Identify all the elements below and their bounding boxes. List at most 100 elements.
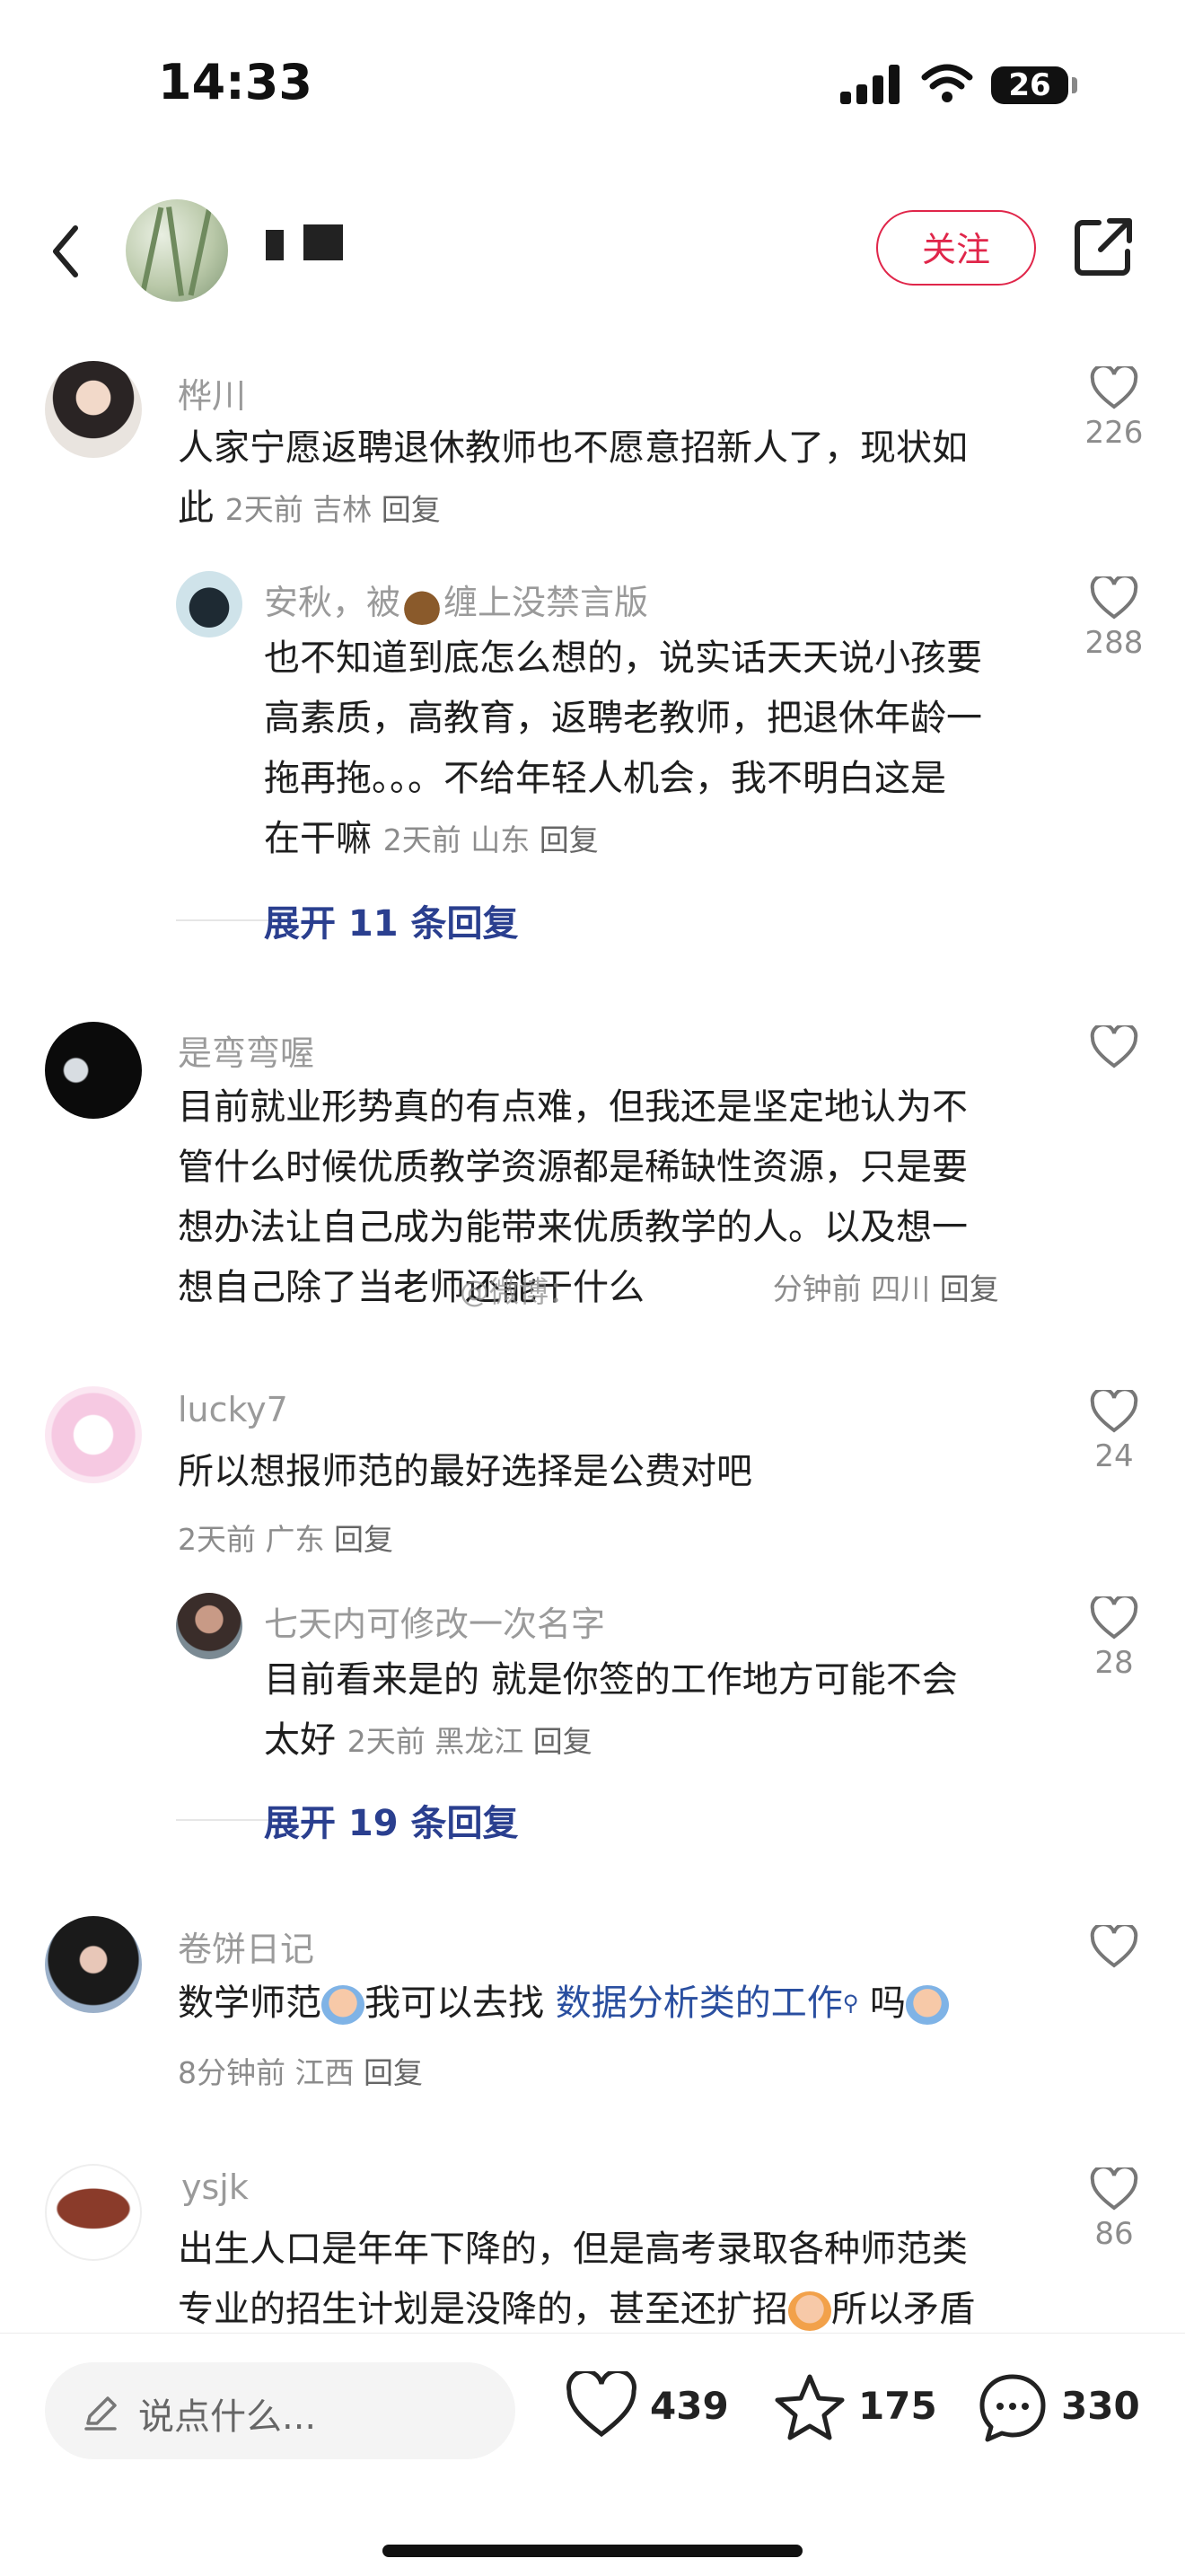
comment-placeholder: 说点什么... [138,2396,317,2438]
crying-emoji-icon [906,1985,950,2025]
comment-text-prefix: 数学师范 [178,1983,321,2024]
follow-button[interactable]: 关注 [876,210,1036,286]
comment-meta: 2天前 广东 回复 [178,1516,393,1559]
comment-time: 分钟前 [772,1271,862,1306]
avatar[interactable] [45,361,142,458]
username[interactable]: 是弯弯喔 [178,1025,314,1075]
avatar[interactable] [45,1386,142,1483]
comment-line-last: 此 2天前 吉林 回复 [178,479,1040,540]
comment-line-last: 专业的招生计划是没降的，甚至还扩招 所以矛盾 [178,2280,1075,2340]
comment-text-suffix: 吗 [870,1983,907,2024]
comment-line: 在干嘛 [264,818,372,859]
comment-time: 2天前 [347,1724,426,1759]
comment-time: 8分钟前 [178,2055,285,2090]
star-total: 175 [858,2384,937,2428]
comment-line: 专业的招生计划是没降的，甚至还扩招 [178,2289,788,2330]
like-count: 24 [1094,1438,1134,1474]
bottom-bar: 说点什么... 439 175 330 [0,2333,1185,2576]
comment-meta: 2天前 吉林 回复 [225,492,441,527]
share-icon[interactable] [1072,215,1135,278]
comment-text: 出生人口是年年下降的，但是高考录取各种师范类 专业的招生计划是没降的，甚至还扩招… [178,2220,1075,2340]
like-button[interactable]: 86 [1083,2167,1146,2252]
avatar[interactable] [176,571,242,637]
like-button[interactable]: 288 [1083,576,1146,661]
battery-tip [1072,77,1077,93]
heart-icon [1090,1596,1138,1640]
avatar[interactable] [176,1593,242,1659]
heart-icon [566,2371,636,2438]
like-button[interactable] [1083,1025,1146,1068]
heart-icon [1090,366,1138,409]
comment-line-last: 在干嘛 2天前 山东 回复 [264,809,1054,870]
like-stat-button[interactable]: 439 [566,2371,729,2447]
author-name-redacted [266,230,284,260]
like-button[interactable]: 226 [1083,366,1146,451]
comment-time: 2天前 [178,1522,256,1557]
comment-location: 吉林 [312,492,373,527]
reply-button[interactable]: 回复 [364,2055,423,2090]
username[interactable]: 桦川 [178,368,246,418]
chat-icon [979,2374,1046,2442]
like-button[interactable] [1083,1925,1146,1968]
pen-icon [84,2396,117,2431]
reply-button[interactable]: 回复 [382,492,441,527]
star-stat-button[interactable]: 175 [774,2371,937,2447]
avatar[interactable] [45,2164,142,2261]
username-suffix: 缠上没禁言版 [443,583,649,622]
comment-meta: 2天前 山东 回复 [383,822,599,857]
expand-replies-button[interactable]: 展开 19 条回复 [264,1794,519,1846]
comment-line: 目前就业形势真的有点难，但我还是坚定地认为不 [178,1086,968,1128]
comment-line: 拖再拖。。。不给年轻人机会，我不明白这是 [264,758,946,799]
comment-meta: 分钟前 四川 回复 [773,1271,999,1306]
comment-text: 所以想报师范的最好选择是公费对吧 [178,1451,752,1492]
comment-time: 2天前 [382,822,461,857]
wifi-icon [921,64,973,102]
username[interactable]: 安秋，被 缠上没禁言版 [264,575,648,625]
author-name-redacted-2 [303,224,343,260]
comment-line-last: 想自己除了当老师还能干什么 分钟前 四川 回复 [178,1258,1040,1319]
status-bar: 14:33 26 [0,0,1185,171]
comment-line: 目前看来是的 就是你签的工作地方可能不会 [264,1659,958,1701]
star-icon [775,2374,845,2440]
username-part: 安秋，被 [264,583,401,622]
avatar[interactable] [45,1916,142,2013]
comment-location: 山东 [470,822,531,857]
comment-line: 也不知道到底怎么想的，说实话天天说小孩要 [264,637,982,679]
poop-emoji-icon [400,585,444,625]
comment-location: 江西 [294,2055,355,2090]
search-link[interactable]: 数据分析类的工作 [556,1983,843,2024]
like-count: 226 [1084,415,1144,451]
heart-icon [1090,1025,1138,1068]
comment-location: 黑龙江 [434,1724,524,1759]
like-button[interactable]: 24 [1083,1390,1146,1474]
heart-icon [1090,1925,1138,1968]
author-avatar[interactable] [126,199,228,302]
heart-icon [1090,1390,1138,1433]
comment-text-mid: 我可以去找 [364,1983,544,2024]
avatar[interactable] [45,1022,142,1119]
username[interactable]: 七天内可修改一次名字 [264,1596,605,1646]
comment-meta: 8分钟前 江西 回复 [178,2049,423,2092]
search-icon: ⚲ [842,1991,859,2016]
wow-emoji-icon [788,2291,831,2331]
status-time: 14:33 [158,54,312,110]
comment-text: 目前就业形势真的有点难，但我还是坚定地认为不 管什么时候优质教学资源都是稀缺性资… [178,1077,1040,1319]
comment-line-last: 太好 2天前 黑龙江 回复 [264,1710,1054,1772]
comment-location: 四川 [871,1271,931,1306]
comment-time: 2天前 [224,492,303,527]
reply-button[interactable]: 回复 [940,1271,999,1306]
heart-icon [1090,2167,1138,2211]
comment-text: 也不知道到底怎么想的，说实话天天说小孩要 高素质，高教育，返聘老教师，把退休年龄… [264,629,1054,870]
back-icon[interactable] [41,215,95,287]
reply-button[interactable]: 回复 [334,1522,393,1557]
comment-line: 此 [178,488,214,529]
reply-button[interactable]: 回复 [540,822,599,857]
comment-stat-button[interactable]: 330 [977,2371,1156,2447]
expand-replies-button[interactable]: 展开 11 条回复 [264,894,519,946]
like-button[interactable]: 28 [1083,1596,1146,1681]
username[interactable]: 卷饼日记 [178,1921,314,1971]
reply-button[interactable]: 回复 [533,1724,592,1759]
username[interactable]: ysjk [181,2167,249,2207]
username[interactable]: lucky7 [178,1390,288,1429]
comment-input[interactable]: 说点什么... [45,2362,515,2459]
